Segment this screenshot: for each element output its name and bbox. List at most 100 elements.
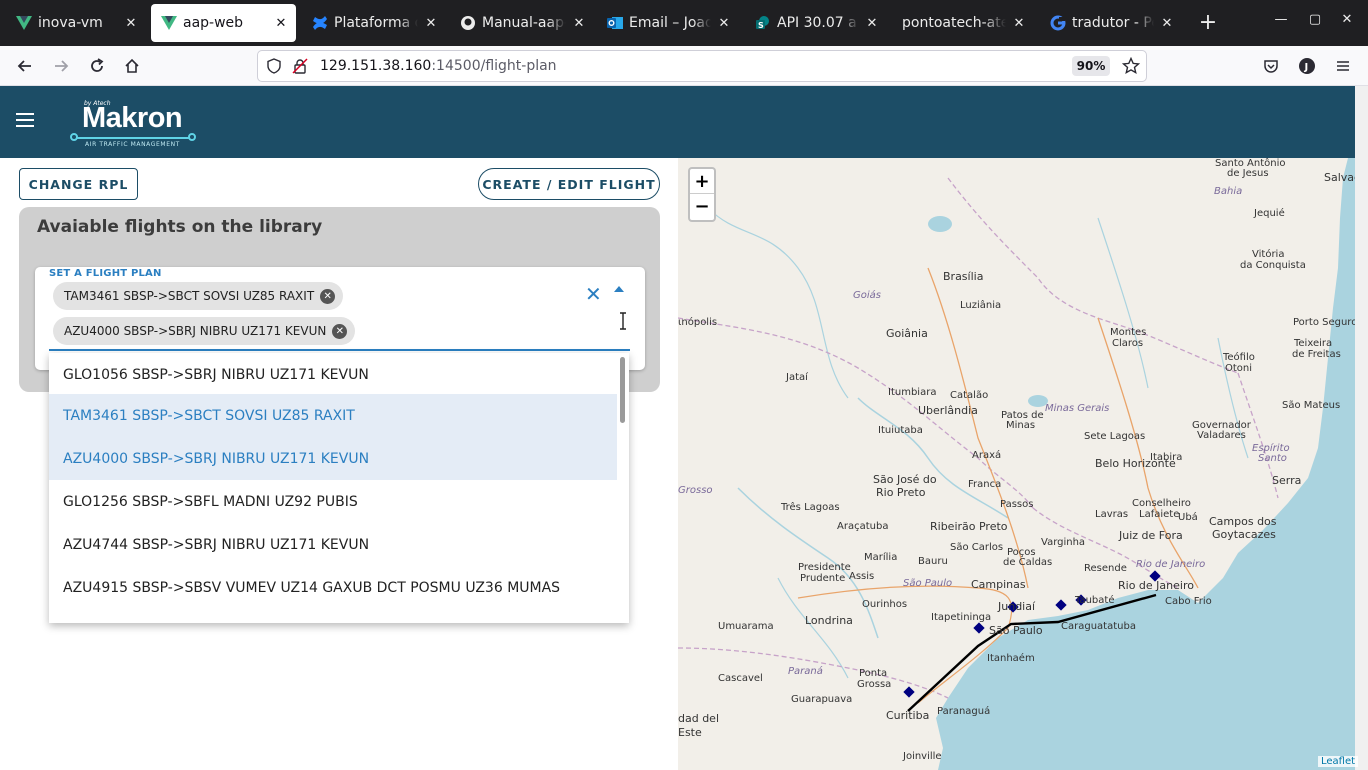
google-icon: [1050, 15, 1066, 31]
map-label: Goiás: [853, 289, 881, 301]
map-label: Minas: [1006, 420, 1035, 431]
map-label: Brasília: [943, 270, 983, 283]
dropdown-option[interactable]: GLO1056 SBSP->SBRJ NIBRU UZ171 KEVUN: [49, 353, 617, 396]
tab-pontoatech[interactable]: pontoatech-atecl ✕: [892, 4, 1034, 42]
map-zoom-control: + −: [688, 167, 716, 222]
close-window-icon[interactable]: ✕: [1337, 12, 1357, 27]
dropdown-option[interactable]: GLO1256 SBSP->SBFL MADNI UZ92 PUBIS: [49, 480, 617, 523]
map-label: Jundiaí: [997, 600, 1036, 613]
close-icon[interactable]: ✕: [424, 16, 438, 31]
library-title: Avaiable flights on the library: [37, 217, 323, 237]
leaflet-attribution-link[interactable]: Leaflet: [1318, 756, 1359, 767]
url-text[interactable]: 129.151.38.160:14500/flight-plan: [320, 58, 557, 74]
selected-flight-chip[interactable]: TAM3461 SBSP->SBCT SOVSI UZ85 RAXIT ✕: [53, 282, 344, 310]
pocket-icon[interactable]: [1259, 54, 1283, 78]
selected-flight-chip[interactable]: AZU4000 SBSP->SBRJ NIBRU UZ171 KEVUN ✕: [53, 317, 356, 345]
map-label: Claros: [1112, 338, 1143, 349]
map-label: Lavras: [1095, 509, 1128, 520]
close-icon[interactable]: ✕: [124, 16, 138, 31]
map-label: Presidente: [798, 562, 851, 573]
map-label: Londrina: [805, 614, 853, 627]
close-icon[interactable]: ✕: [1160, 16, 1174, 31]
chip-label: AZU4000 SBSP->SBRJ NIBRU UZ171 KEVUN: [64, 324, 327, 338]
makron-logo: by Atech Makron AIR TRAFFIC MANAGEMENT: [70, 98, 200, 148]
account-avatar-icon[interactable]: J: [1295, 54, 1319, 78]
outlook-icon: [607, 15, 623, 31]
dropdown-scrollbar[interactable]: [620, 357, 625, 423]
map-label: Grosso: [678, 485, 713, 496]
map-label: Itumbiara: [888, 387, 936, 398]
tab-label: pontoatech-atecl: [902, 15, 1006, 31]
map-label: Teófilo: [1222, 351, 1255, 363]
change-rpl-button[interactable]: CHANGE RPL: [19, 168, 138, 200]
chip-remove-icon[interactable]: ✕: [332, 323, 348, 339]
map-tiles: Santo Antônio de Jesus Salvad Bahia Jequ…: [678, 158, 1355, 770]
map-label: Goytacazes: [1212, 528, 1276, 541]
minimize-icon[interactable]: —: [1271, 12, 1291, 27]
github-icon: [460, 15, 476, 31]
page-scrollbar[interactable]: [1355, 86, 1368, 770]
restore-icon[interactable]: ▢: [1305, 12, 1325, 27]
back-icon[interactable]: [13, 54, 37, 78]
zoom-out-button[interactable]: −: [690, 194, 714, 219]
map-label: de Jesus: [1227, 168, 1269, 179]
map-label: Paranaguá: [937, 705, 990, 717]
map-label: Cabo Frio: [1165, 596, 1212, 607]
map-label: Rio de Janeiro: [1118, 579, 1194, 592]
bookmark-star-icon[interactable]: [1121, 56, 1141, 79]
map-label: Franca: [968, 479, 1001, 490]
zoom-in-button[interactable]: +: [690, 169, 714, 194]
vue-icon: [161, 15, 177, 31]
clear-selection-icon[interactable]: ✕: [585, 282, 602, 306]
close-icon[interactable]: ✕: [865, 16, 879, 31]
tab-aap-web[interactable]: aap-web ✕: [151, 4, 296, 42]
map-label: Ourinhos: [862, 599, 907, 610]
hamburger-menu-icon[interactable]: [16, 113, 36, 129]
map-label: Caraguatatuba: [1061, 621, 1136, 632]
browser-tab-bar: inova-vm ✕ aap-web ✕ Plataforma de ✕ Man…: [0, 0, 1368, 46]
close-icon[interactable]: ✕: [572, 16, 586, 31]
map-label: Umuarama: [718, 621, 774, 632]
map-label: Ubá: [1178, 511, 1198, 523]
dropdown-option[interactable]: AZU4744 SBSP->SBRJ NIBRU UZ171 KEVUN: [49, 523, 617, 566]
tab-tradutor[interactable]: tradutor - Pes ✕: [1040, 4, 1182, 42]
map-label: Joinville: [902, 751, 942, 762]
tab-plataforma[interactable]: Plataforma de ✕: [302, 4, 446, 42]
chip-remove-icon[interactable]: ✕: [320, 288, 336, 304]
map-label: Passos: [1000, 499, 1033, 510]
map-label: Teixeira: [1293, 338, 1332, 349]
map-label: Porto Seguro: [1293, 317, 1355, 328]
map-label: Lafaiete: [1139, 509, 1179, 520]
caret-up-icon[interactable]: [614, 286, 624, 292]
tab-label: tradutor - Pes: [1072, 15, 1154, 31]
shield-icon[interactable]: [266, 58, 282, 78]
route-map[interactable]: Santo Antônio de Jesus Salvad Bahia Jequ…: [678, 158, 1355, 770]
map-label: Serra: [1272, 474, 1301, 487]
home-icon[interactable]: [120, 54, 144, 78]
forward-icon[interactable]: [49, 54, 73, 78]
map-label: Resende: [1084, 563, 1127, 574]
tab-manual[interactable]: Manual-aap-w ✕: [450, 4, 594, 42]
dropdown-option[interactable]: AZU4000 SBSP->SBRJ NIBRU UZ171 KEVUN: [49, 437, 617, 480]
tab-inova-vm[interactable]: inova-vm ✕: [6, 4, 146, 42]
menu-icon[interactable]: [1331, 54, 1355, 78]
map-label: da Conquista: [1240, 260, 1306, 271]
dropdown-option[interactable]: TAM3461 SBSP->SBCT SOVSI UZ85 RAXIT: [49, 394, 617, 437]
dropdown-option[interactable]: AZU4915 SBSP->SBSV VUMEV UZ14 GAXUB DCT …: [49, 566, 617, 609]
close-icon[interactable]: ✕: [717, 16, 731, 31]
close-icon[interactable]: ✕: [274, 16, 288, 31]
map-label: ιnópolis: [678, 316, 717, 328]
zoom-level-badge[interactable]: 90%: [1072, 56, 1110, 76]
insecure-lock-icon[interactable]: [292, 58, 308, 78]
url-bar[interactable]: 129.151.38.160:14500/flight-plan 90%: [257, 50, 1147, 82]
reload-icon[interactable]: [85, 54, 109, 78]
close-icon[interactable]: ✕: [1012, 16, 1026, 31]
map-label: dad del: [678, 712, 719, 725]
create-edit-flight-button[interactable]: CREATE / EDIT FLIGHT: [478, 168, 660, 200]
logo-main: Makron: [82, 102, 183, 134]
new-tab-icon[interactable]: +: [1197, 10, 1219, 36]
tab-api[interactable]: S API 30.07 a 06 ✕: [745, 4, 887, 42]
map-label: Uberlândia: [918, 404, 978, 417]
tab-label: Manual-aap-w: [482, 15, 566, 31]
tab-email[interactable]: Email – Joaqu ✕: [597, 4, 739, 42]
